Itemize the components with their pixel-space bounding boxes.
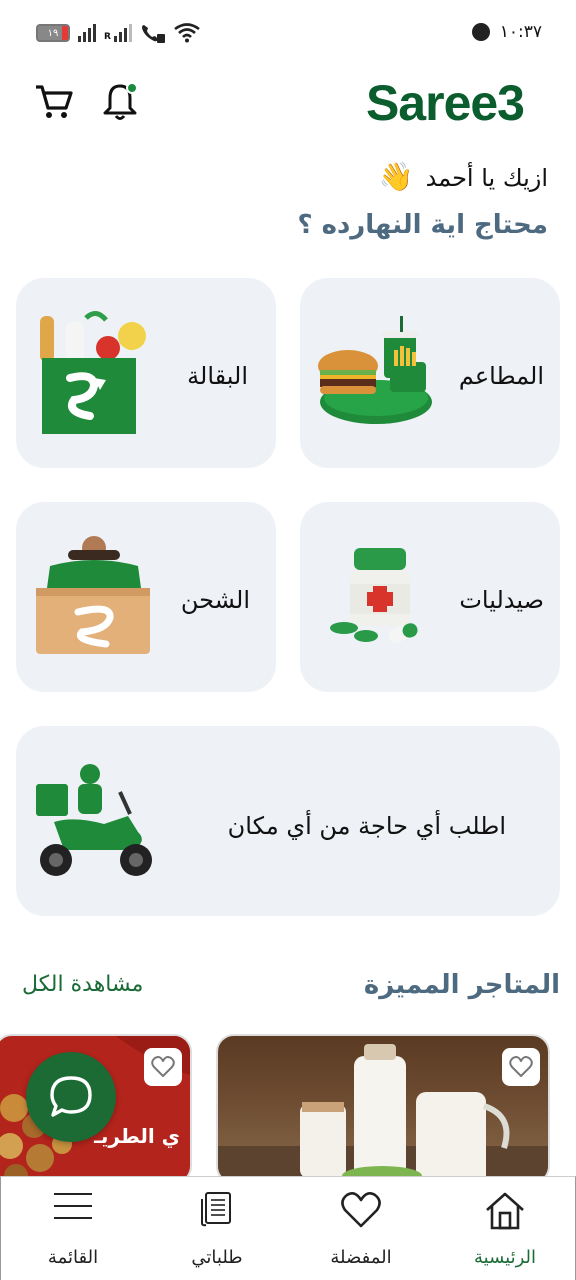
- medicine-bottle-icon: [330, 548, 418, 643]
- greeting-question: محتاج اية النهارده ؟: [297, 210, 548, 240]
- category-card-pharmacies[interactable]: صيدليات: [300, 502, 560, 692]
- signal-roaming-icon: R: [104, 24, 132, 42]
- receipt-icon: [201, 1192, 231, 1227]
- category-card-anything[interactable]: اطلب أي حاجة من أي مكان: [16, 726, 560, 916]
- chat-bubble-icon: [50, 1076, 92, 1117]
- category-card-grocery[interactable]: البقالة: [16, 278, 276, 468]
- clock: ١٠:٣٧: [499, 22, 542, 42]
- notification-dot: [126, 82, 138, 94]
- category-label: المطاعم: [458, 362, 544, 390]
- home-icon: [486, 1192, 524, 1230]
- favorite-button[interactable]: [502, 1048, 540, 1086]
- burger-meal-icon: [318, 316, 432, 424]
- status-bar: ١٩ R ١٠:٣٧: [0, 0, 576, 64]
- category-label: البقالة: [187, 362, 248, 390]
- cart-icon[interactable]: [34, 82, 74, 122]
- heart-icon: [509, 1056, 533, 1077]
- category-label: الشحن: [180, 586, 250, 614]
- grocery-bag-icon: [40, 311, 146, 434]
- hamburger-menu-icon: [54, 1193, 92, 1219]
- wifi-calling-icon: [141, 25, 165, 43]
- greeting: ازيك يا أحمد 👋: [379, 160, 548, 193]
- greeting-text: ازيك يا أحمد: [425, 164, 548, 192]
- nav-home[interactable]: الرئيسية: [433, 1177, 576, 1280]
- store-banner-text: ي الطريـ: [94, 1124, 180, 1148]
- courier-box-icon: [36, 536, 150, 654]
- category-card-shipping[interactable]: الشحن: [16, 502, 276, 692]
- wifi-icon: [174, 23, 200, 43]
- nav-label: طلباتي: [191, 1247, 243, 1268]
- store-image: [218, 1044, 548, 1182]
- messenger-icon: [471, 23, 490, 41]
- heart-icon: [151, 1056, 175, 1077]
- status-indicators: ١٩ R: [36, 22, 200, 44]
- status-right: ١٠:٣٧: [471, 22, 542, 42]
- featured-stores-title: المتاجر المميزة: [363, 970, 560, 1000]
- category-card-restaurants[interactable]: المطاعم: [300, 278, 560, 468]
- nav-label: القائمة: [47, 1247, 99, 1268]
- chat-button[interactable]: [26, 1052, 116, 1142]
- battery-icon: ١٩: [36, 24, 70, 42]
- see-all-link[interactable]: مشاهدة الكل: [22, 972, 143, 997]
- nav-label: الرئيسية: [474, 1247, 536, 1268]
- bottom-navigation: الرئيسية المفضلة طلباتي القائمة: [0, 1176, 576, 1280]
- nav-favorites[interactable]: المفضلة: [289, 1177, 433, 1280]
- heart-icon: [341, 1192, 381, 1228]
- wave-emoji: 👋: [378, 160, 414, 193]
- store-card-dairy[interactable]: [216, 1034, 550, 1184]
- delivery-scooter-icon: [36, 764, 152, 876]
- category-label: اطلب أي حاجة من أي مكان: [227, 812, 506, 840]
- favorite-button[interactable]: [144, 1048, 182, 1086]
- app-logo: Saree3: [365, 75, 525, 131]
- category-label: صيدليات: [459, 586, 544, 614]
- signal-icon: [78, 24, 96, 42]
- app-header: Saree3: [0, 72, 576, 136]
- nav-orders[interactable]: طلباتي: [145, 1177, 289, 1280]
- nav-label: المفضلة: [330, 1247, 392, 1268]
- nav-menu[interactable]: القائمة: [1, 1177, 145, 1280]
